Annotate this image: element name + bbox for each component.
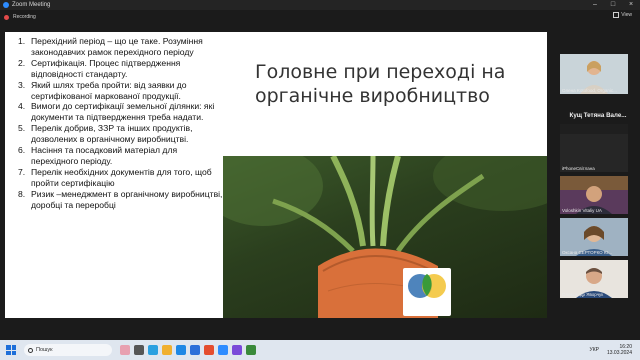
pinned-participant-name[interactable]: Кущ Тетяна Вале...	[556, 112, 640, 119]
taskbar-search[interactable]: Пошук	[24, 344, 112, 356]
list-item: 5. Перелік добрив, ЗЗР та інших продуктів…	[18, 123, 193, 145]
language-indicator[interactable]: УКР	[590, 347, 599, 353]
mail-icon[interactable]	[190, 345, 200, 355]
slide-bullet-list: 1. Перехідний період – що це таке. Розумі…	[11, 36, 223, 211]
participant-tile[interactable]: Олександр Яворчук	[560, 260, 628, 298]
slide-title: Головне при переході на органічне виробн…	[255, 61, 506, 107]
window-title: Zoom Meeting	[12, 2, 51, 8]
participant-name: Оксана СЕРТОРКО Ю...	[562, 250, 613, 255]
carrot-photo	[223, 156, 547, 318]
clock-date: 13.03.2024	[606, 350, 632, 356]
window-controls: – □ ×	[586, 0, 640, 10]
grid-view-icon	[613, 12, 620, 18]
shared-slide: 1. Перехідний період – що це таке. Розумі…	[5, 32, 547, 318]
participant-name: Олена Kotofood, Organic...	[562, 88, 617, 93]
file-explorer-icon[interactable]	[162, 345, 172, 355]
close-button[interactable]: ×	[622, 0, 640, 10]
list-item: 7. Перелік необхідних документів для того…	[18, 166, 212, 188]
list-item: 3. Який шлях треба пройти: від заявки до …	[18, 79, 187, 101]
participant-tile[interactable]: iPhoneСвітлана	[560, 134, 628, 172]
participant-name: Voloshkin Vitaliy UA	[562, 208, 602, 213]
windows-taskbar: Пошук УКР 16:20 13.03.2024	[0, 340, 640, 360]
app-icon[interactable]	[232, 345, 242, 355]
app-icon[interactable]	[148, 345, 158, 355]
list-item: 1. Перехідний період – що це таке. Розумі…	[18, 36, 203, 57]
recording-label: Recording	[13, 14, 36, 20]
minimize-button[interactable]: –	[586, 0, 604, 10]
title-bar: Zoom Meeting – □ ×	[0, 0, 640, 10]
list-item: 8. Ризик –менеджмент в органічному виробн…	[18, 188, 223, 210]
carrot-illustration	[223, 156, 547, 318]
participant-name: Олександр Яворчук	[562, 292, 604, 297]
system-tray: УКР 16:20 13.03.2024	[590, 344, 640, 356]
list-item: 4. Вимоги до сертифікації земельної ділян…	[18, 101, 215, 123]
participant-gallery: Олена Kotofood, Organic... Кущ Тетяна Ва…	[556, 40, 640, 300]
search-icon	[28, 347, 33, 353]
app-icon[interactable]	[246, 345, 256, 355]
view-label: View	[621, 12, 632, 18]
edge-icon[interactable]	[176, 345, 186, 355]
participant-tile[interactable]: Voloshkin Vitaliy UA	[560, 176, 628, 214]
zoom-logo-icon	[3, 2, 9, 8]
windows-start-icon[interactable]	[6, 345, 16, 355]
app-icon[interactable]	[120, 345, 130, 355]
recording-indicator[interactable]: Recording	[0, 12, 36, 22]
maximize-button[interactable]: □	[604, 0, 622, 10]
list-item: 2. Сертифікація. Процес підтвердження від…	[18, 57, 181, 79]
taskbar-apps	[118, 345, 258, 355]
view-button[interactable]: View	[613, 12, 632, 18]
participant-tile[interactable]: Олена Kotofood, Organic...	[560, 54, 628, 94]
search-placeholder: Пошук	[36, 347, 53, 353]
participant-tile[interactable]: Оксана СЕРТОРКО Ю...	[560, 218, 628, 256]
zoom-icon[interactable]	[218, 345, 228, 355]
task-view-icon[interactable]	[134, 345, 144, 355]
list-item: 6. Насіння та посадковий матеріал для пер…	[18, 145, 178, 166]
record-dot-icon	[4, 14, 9, 20]
chrome-icon[interactable]	[204, 345, 214, 355]
clock[interactable]: 16:20 13.03.2024	[607, 344, 632, 356]
organic-logo	[403, 268, 451, 316]
zoom-window: Zoom Meeting – □ × Recording View 1. Пере…	[0, 0, 640, 340]
participant-name: iPhoneСвітлана	[562, 166, 595, 171]
